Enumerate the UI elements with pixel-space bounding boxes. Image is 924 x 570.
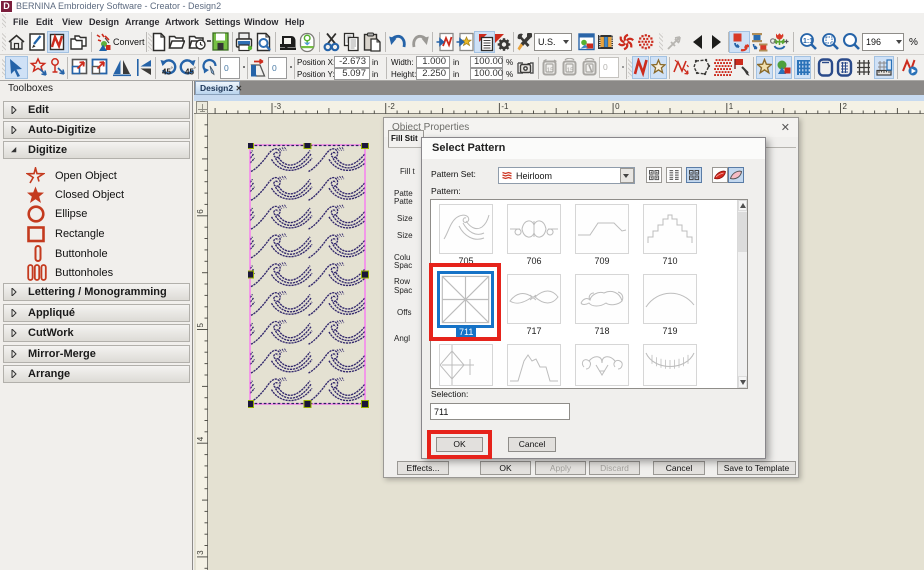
svg-text:-3: -3 <box>274 102 282 111</box>
svg-text:-1: -1 <box>501 102 509 111</box>
svg-text:3: 3 <box>196 550 205 555</box>
svg-text:6: 6 <box>196 209 205 214</box>
svg-text:1:1: 1:1 <box>803 38 813 45</box>
svg-text:4: 4 <box>196 436 205 441</box>
svg-text:1: 1 <box>729 102 734 111</box>
svg-text:2: 2 <box>843 102 848 111</box>
svg-text:15: 15 <box>547 67 555 74</box>
svg-text:0: 0 <box>615 102 620 111</box>
svg-text:-2: -2 <box>388 102 396 111</box>
svg-text:15: 15 <box>567 67 575 74</box>
svg-text:°: ° <box>194 67 197 73</box>
svg-text:5: 5 <box>196 323 205 328</box>
